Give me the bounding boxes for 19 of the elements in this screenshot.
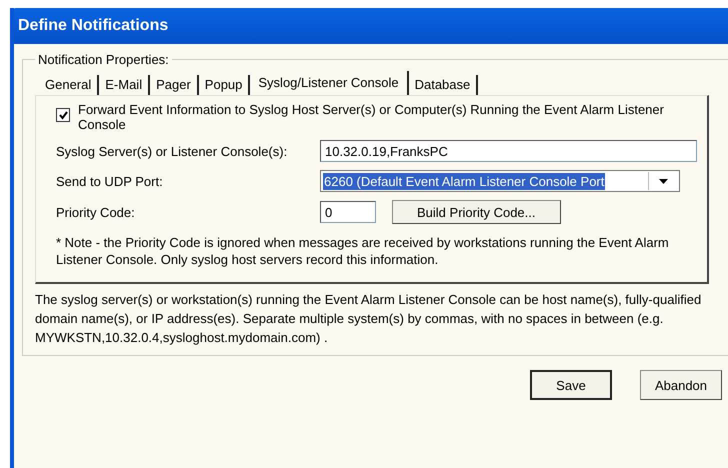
window-title: Define Notifications: [18, 17, 168, 35]
field-label: Send to UDP Port:: [56, 174, 164, 188]
tab[interactable]: General: [39, 75, 100, 95]
save-button[interactable]: Save: [530, 370, 612, 400]
priority-field[interactable]: 0: [320, 201, 376, 223]
tab[interactable]: E-Mail: [99, 75, 150, 95]
tab[interactable]: Database: [408, 75, 478, 95]
note-text: * Note - the Priority Code is ignored when messages are received by workstations running the Event Alarm Listener Console. Only syslog host servers record this information.: [56, 234, 670, 268]
field-label: Syslog Server(s) or Listener Console(s):: [56, 144, 288, 158]
port-dropdown[interactable]: 6260 (Default Event Alarm Listener Console Port: [320, 170, 680, 192]
field-label: Priority Code:: [56, 204, 136, 220]
checkbox[interactable]: [56, 108, 70, 122]
server-field[interactable]: 10.32.0.19,FranksPC: [320, 140, 697, 162]
abandon-button[interactable]: Abandon: [640, 370, 722, 400]
group-label: Notification Properties:: [37, 52, 170, 67]
build-priority-button[interactable]: Build Priority Code...: [392, 200, 560, 224]
tab[interactable]: Pager: [150, 75, 199, 95]
checkbox-label: Forward Event Information to Syslog Host Server(s) or Computer(s) Running the Event Alarm Listener Console: [78, 102, 665, 132]
help-text: The syslog server(s) or workstation(s) running the Event Alarm Listener Console can be host name(s), fully-qualified domain name(s), or IP address(es). Separate multiple system(s) by commas, with no spaces in between (e.g. MYWKSTN,10.32.0.4,sysloghost.mydomain.com) .: [35, 291, 702, 347]
